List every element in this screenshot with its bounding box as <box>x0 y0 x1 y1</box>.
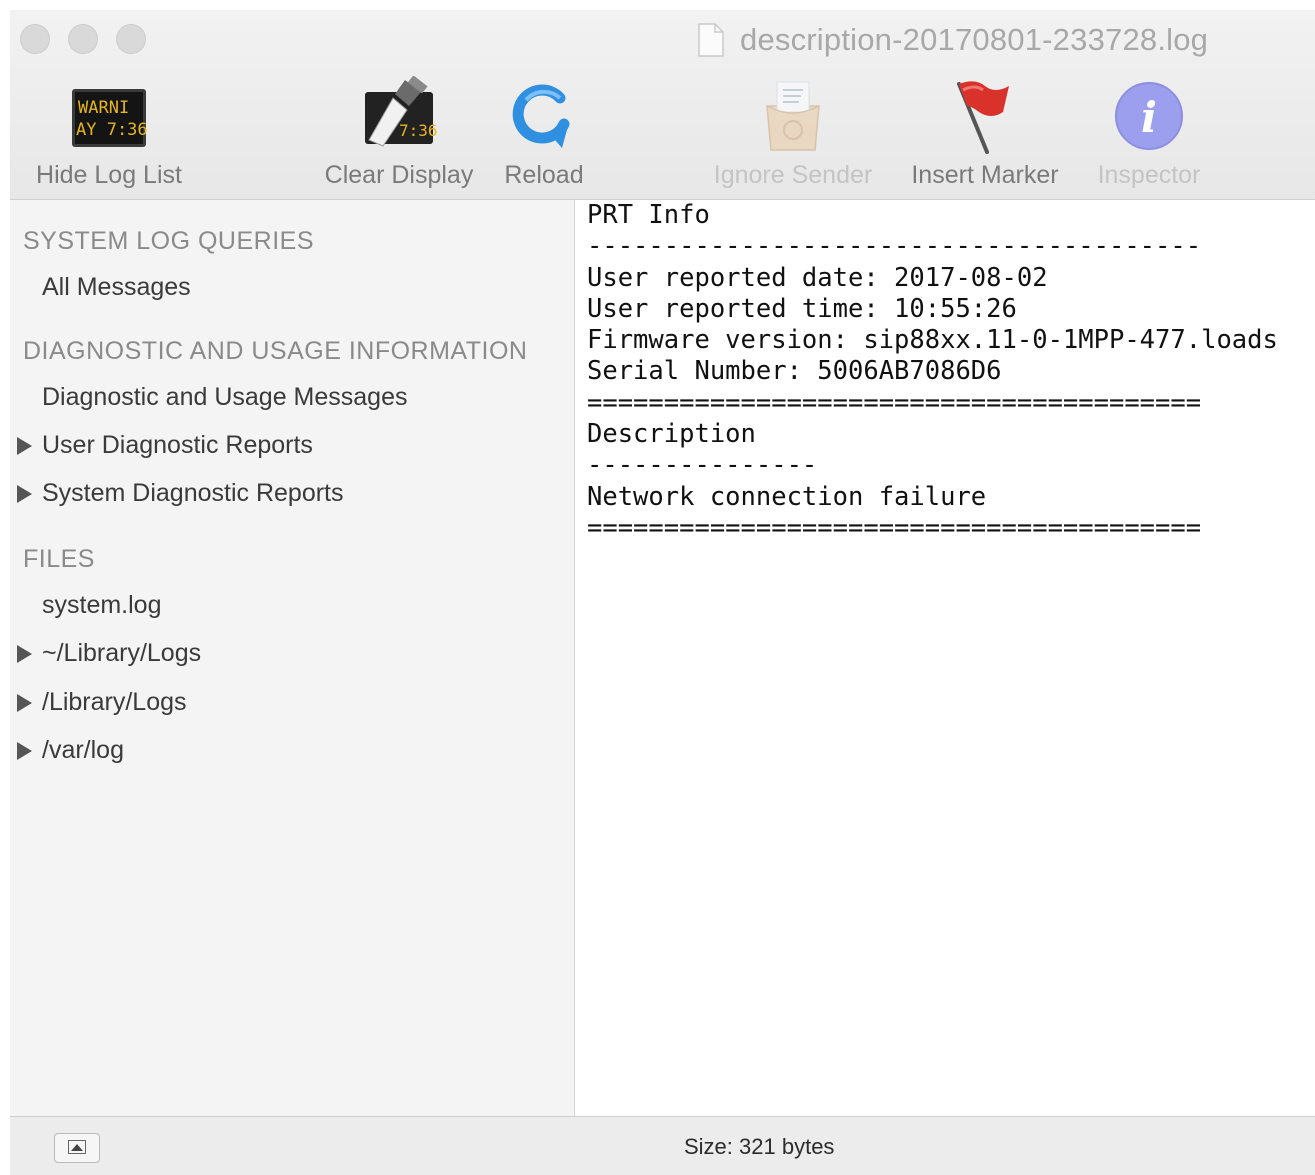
section-system-log-queries: SYSTEM LOG QUERIES <box>23 227 315 255</box>
zoom-window-button[interactable] <box>116 24 146 54</box>
insert-marker-button[interactable]: Insert Marker <box>897 72 1073 198</box>
log-line: Description <box>587 419 756 450</box>
reload-icon <box>504 76 584 156</box>
disclosure-triangle-icon[interactable] <box>17 742 32 760</box>
sidebar-item-diagnostic-usage-messages[interactable]: Diagnostic and Usage Messages <box>42 383 407 412</box>
warning-display-icon: WARNI AY 7:36 <box>69 76 149 156</box>
flag-icon <box>945 76 1025 156</box>
warning-icon-text-time: AY 7:36 <box>76 120 148 140</box>
sidebar-item-system-log[interactable]: system.log <box>42 591 161 620</box>
status-bar: Size: 321 bytes <box>10 1116 1315 1175</box>
disclosure-triangle-icon[interactable] <box>17 645 32 663</box>
window-title: description-20170801-233728.log <box>740 22 1209 57</box>
inspector-button[interactable]: i Inspector <box>1084 72 1214 198</box>
toolbar: description-20170801-233728.log WARNI AY… <box>10 10 1315 200</box>
disclosure-triangle-icon[interactable] <box>17 694 32 712</box>
log-line: Network connection failure <box>587 481 987 512</box>
inspector-label: Inspector <box>1097 161 1201 189</box>
warning-icon-text: WARNI <box>78 98 129 118</box>
info-icon: i <box>1109 76 1189 156</box>
info-icon-glyph: i <box>1141 93 1157 142</box>
log-line: Serial Number: 5006AB7086D6 <box>587 356 1002 387</box>
log-line: ======================================== <box>587 512 1202 543</box>
document-icon <box>698 23 724 57</box>
disclosure-triangle-icon[interactable] <box>17 485 32 503</box>
clear-display-label: Clear Display <box>324 161 474 189</box>
log-line: User reported date: 2017-08-02 <box>587 262 1048 293</box>
log-text[interactable]: PRT Info -------------------------------… <box>587 200 1278 544</box>
console-window: description-20170801-233728.log WARNI AY… <box>10 10 1315 1175</box>
log-content-view[interactable]: PRT Info -------------------------------… <box>575 200 1315 1116</box>
hide-log-list-button[interactable]: WARNI AY 7:36 Hide Log List <box>24 72 194 198</box>
ignore-sender-label: Ignore Sender <box>713 161 873 189</box>
hide-log-list-label: Hide Log List <box>36 161 182 189</box>
window-title-bar: description-20170801-233728.log <box>698 20 1208 60</box>
log-line: Firmware version: sip88xx.11-0-1MPP-477.… <box>587 325 1278 356</box>
file-size-label: Size: 321 bytes <box>684 1134 835 1159</box>
sidebar-item-var-log[interactable]: /var/log <box>42 736 124 765</box>
ignore-sender-icon <box>753 76 833 156</box>
insert-marker-label: Insert Marker <box>911 161 1059 189</box>
clear-display-icon: 7:36 <box>359 75 439 156</box>
disclosure-triangle-icon[interactable] <box>17 437 32 455</box>
section-files: FILES <box>23 545 95 573</box>
reload-button[interactable]: Reload <box>498 72 590 198</box>
minimize-window-button[interactable] <box>68 24 98 54</box>
close-window-button[interactable] <box>20 24 50 54</box>
sidebar-item-system-diagnostic-reports[interactable]: System Diagnostic Reports <box>42 479 344 508</box>
section-diagnostic-usage: DIAGNOSTIC AND USAGE INFORMATION <box>23 337 528 365</box>
ignore-sender-button[interactable]: Ignore Sender <box>700 72 886 198</box>
sidebar-item-user-diagnostic-reports[interactable]: User Diagnostic Reports <box>42 431 313 460</box>
sidebar-item-all-messages[interactable]: All Messages <box>42 273 191 302</box>
log-line: User reported time: 10:55:26 <box>587 293 1017 324</box>
toggle-sidebar-button[interactable] <box>54 1133 100 1163</box>
clear-icon-text: 7:36 <box>399 121 438 140</box>
log-list-sidebar: SYSTEM LOG QUERIES All Messages DIAGNOST… <box>10 200 575 1116</box>
reload-label: Reload <box>504 161 584 189</box>
clear-display-button[interactable]: 7:36 Clear Display <box>313 72 485 198</box>
sidebar-item-library-logs[interactable]: /Library/Logs <box>42 688 187 717</box>
log-line: --------------- <box>587 450 818 481</box>
sidebar-item-user-library-logs[interactable]: ~/Library/Logs <box>42 639 201 668</box>
log-line: PRT Info <box>587 200 710 230</box>
log-line: ======================================== <box>587 387 1202 418</box>
log-line: ---------------------------------------- <box>587 231 1202 262</box>
